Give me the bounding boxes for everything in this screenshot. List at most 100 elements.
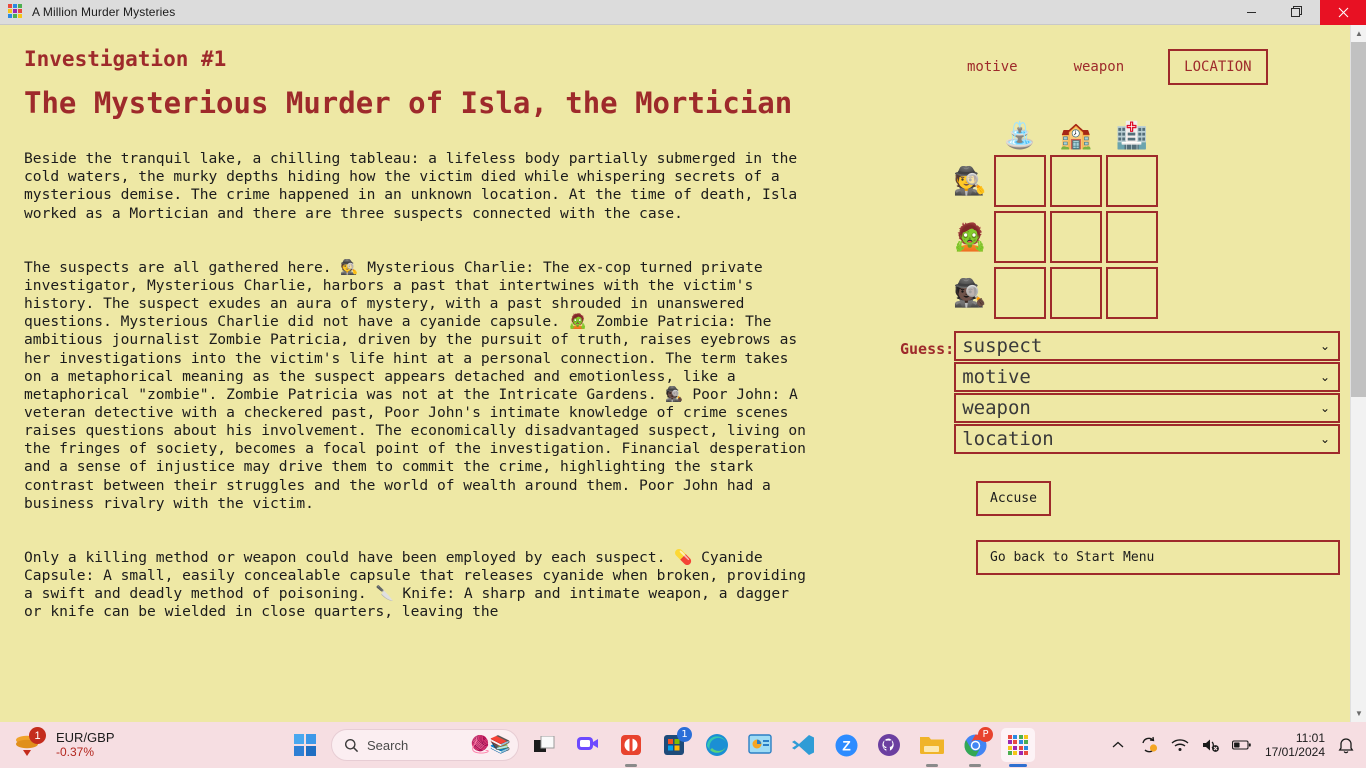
chrome-badge: P bbox=[978, 727, 993, 742]
system-tray: 11:01 17/01/2024 bbox=[1108, 731, 1366, 760]
school-icon: 🏫 bbox=[1050, 99, 1102, 151]
file-explorer-icon[interactable] bbox=[915, 728, 949, 762]
grid-cell[interactable] bbox=[994, 155, 1046, 207]
task-view-icon[interactable] bbox=[528, 728, 562, 762]
start-button[interactable] bbox=[288, 728, 322, 762]
scroll-up-button[interactable]: ▲ bbox=[1351, 25, 1366, 42]
store-badge: 1 bbox=[677, 727, 692, 742]
minimize-button[interactable] bbox=[1228, 0, 1274, 25]
motive-select[interactable]: motive ⌄ bbox=[954, 362, 1340, 392]
close-button[interactable] bbox=[1320, 0, 1366, 25]
detective-icon: 🕵️ bbox=[340, 259, 358, 276]
chat-icon[interactable] bbox=[571, 728, 605, 762]
search-icon bbox=[344, 738, 359, 753]
notifications-bell-icon[interactable] bbox=[1336, 735, 1356, 755]
volume-muted-icon[interactable] bbox=[1201, 735, 1221, 755]
grid-cell[interactable] bbox=[1106, 211, 1158, 263]
tab-motive[interactable]: motive bbox=[953, 49, 1032, 85]
app-content: Investigation #1 The Mysterious Murder o… bbox=[0, 25, 1366, 722]
suspects-paragraph: The suspects are all gathered here. 🕵️ M… bbox=[24, 259, 814, 513]
tray-expand-icon[interactable] bbox=[1108, 735, 1128, 755]
chevron-down-icon: ⌄ bbox=[1320, 370, 1330, 384]
wifi-icon[interactable] bbox=[1170, 735, 1190, 755]
powerpoint-icon[interactable] bbox=[743, 728, 777, 762]
scrollbar-thumb[interactable] bbox=[1351, 42, 1366, 397]
weapon-select-value: weapon bbox=[962, 397, 1031, 419]
chevron-down-icon: ⌄ bbox=[1320, 432, 1330, 446]
grid-row: 🧟 bbox=[950, 211, 1158, 263]
suspects-text-1: The suspects are all gathered here. bbox=[24, 259, 340, 276]
grid-cell[interactable] bbox=[994, 211, 1046, 263]
case-panel: Investigation #1 The Mysterious Murder o… bbox=[24, 47, 814, 658]
deduction-grid-wrapper: ⛲ 🏫 🏥 🕵️ 🧟 bbox=[900, 95, 1340, 323]
google-chrome-icon[interactable]: P bbox=[958, 728, 992, 762]
taskbar-clock[interactable]: 11:01 17/01/2024 bbox=[1265, 731, 1325, 760]
taskbar-widget-finance[interactable]: 1 EUR/GBP -0.37% bbox=[14, 730, 264, 760]
windows-logo-icon bbox=[294, 734, 317, 757]
xmind-icon[interactable] bbox=[614, 728, 648, 762]
location-select[interactable]: location ⌄ bbox=[954, 424, 1340, 454]
svg-text:Z: Z bbox=[842, 737, 851, 753]
intro-paragraph: Beside the tranquil lake, a chilling tab… bbox=[24, 150, 814, 223]
search-placeholder: Search bbox=[367, 738, 408, 753]
zoom-icon[interactable]: Z bbox=[829, 728, 863, 762]
running-indicator bbox=[625, 764, 637, 767]
clock-date: 17/01/2024 bbox=[1265, 745, 1325, 759]
start-menu-button[interactable]: Go back to Start Menu bbox=[976, 540, 1340, 575]
investigation-label: Investigation #1 bbox=[24, 47, 814, 71]
grid-cell[interactable] bbox=[1050, 211, 1102, 263]
knife-icon: 🔪 bbox=[375, 585, 393, 602]
restore-button[interactable] bbox=[1274, 0, 1320, 25]
grid-cell[interactable] bbox=[1050, 267, 1102, 319]
guess-section: Guess: suspect ⌄ motive ⌄ weapon ⌄ bbox=[900, 331, 1340, 455]
sync-icon[interactable] bbox=[1139, 735, 1159, 755]
vscode-icon[interactable] bbox=[786, 728, 820, 762]
window-controls bbox=[1228, 0, 1366, 25]
page-title: The Mysterious Murder of Isla, the Morti… bbox=[24, 85, 814, 122]
running-indicator bbox=[926, 764, 938, 767]
widget-text: EUR/GBP -0.37% bbox=[56, 731, 115, 760]
grid-cell[interactable] bbox=[1050, 155, 1102, 207]
guess-selects: suspect ⌄ motive ⌄ weapon ⌄ location ⌄ bbox=[954, 331, 1340, 455]
widget-badge: 1 bbox=[29, 727, 46, 744]
deduction-grid: ⛲ 🏫 🏥 🕵️ 🧟 bbox=[946, 95, 1162, 323]
grid-row: 🕵🏿 bbox=[950, 267, 1158, 319]
detective-dark-icon: 🕵🏿 bbox=[950, 267, 990, 319]
page-body: Investigation #1 The Mysterious Murder o… bbox=[0, 25, 1350, 722]
grid-cell[interactable] bbox=[1106, 267, 1158, 319]
grid-cell[interactable] bbox=[1106, 155, 1158, 207]
guess-label: Guess: bbox=[900, 331, 954, 358]
tab-weapon[interactable]: weapon bbox=[1060, 49, 1139, 85]
search-input[interactable]: Search 🧶📚 bbox=[331, 729, 519, 761]
microsoft-store-icon[interactable]: 1 bbox=[657, 728, 691, 762]
weapon-select[interactable]: weapon ⌄ bbox=[954, 393, 1340, 423]
coins-icon: 1 bbox=[14, 730, 48, 760]
tab-location[interactable]: LOCATION bbox=[1168, 49, 1267, 85]
zombie-icon: 🧟 bbox=[569, 313, 587, 330]
microsoft-edge-icon[interactable] bbox=[700, 728, 734, 762]
motive-select-value: motive bbox=[962, 366, 1031, 388]
murder-mysteries-app-icon[interactable] bbox=[1001, 728, 1035, 762]
chevron-down-icon: ⌄ bbox=[1320, 339, 1330, 353]
github-desktop-icon[interactable] bbox=[872, 728, 906, 762]
zombie-icon: 🧟 bbox=[950, 211, 990, 263]
widget-title: EUR/GBP bbox=[56, 731, 115, 746]
pill-icon: 💊 bbox=[674, 549, 692, 566]
location-select-value: location bbox=[962, 428, 1054, 450]
running-indicator bbox=[969, 764, 981, 767]
accuse-button[interactable]: Accuse bbox=[976, 481, 1051, 516]
hospital-icon: 🏥 bbox=[1106, 99, 1158, 151]
suspects-text-4: Poor John: A veteran detective with a ch… bbox=[24, 386, 806, 512]
suspect-select[interactable]: suspect ⌄ bbox=[954, 331, 1340, 361]
grid-corner bbox=[950, 99, 990, 151]
scroll-down-button[interactable]: ▼ bbox=[1351, 705, 1366, 722]
battery-icon[interactable] bbox=[1232, 735, 1252, 755]
grid-cell[interactable] bbox=[994, 267, 1046, 319]
active-indicator bbox=[1009, 764, 1027, 767]
detective-dark-icon: 🕵🏿 bbox=[665, 386, 683, 403]
grid-header-row: ⛲ 🏫 🏥 bbox=[950, 99, 1158, 151]
vertical-scrollbar[interactable]: ▲ ▼ bbox=[1350, 25, 1366, 722]
suspect-select-value: suspect bbox=[962, 335, 1042, 357]
window-title: A Million Murder Mysteries bbox=[32, 5, 175, 19]
app-icon bbox=[8, 4, 24, 20]
